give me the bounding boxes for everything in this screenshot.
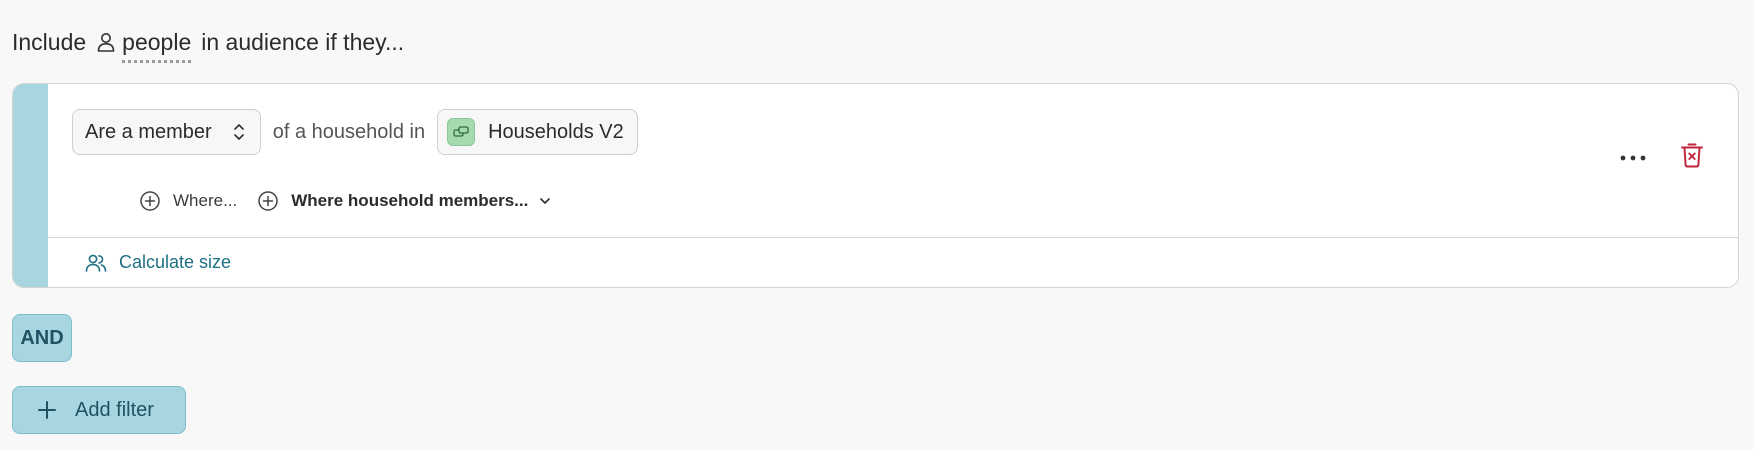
add-where-members-button[interactable]: Where household members... bbox=[257, 190, 552, 212]
add-where-label: Where... bbox=[173, 191, 238, 210]
source-selector[interactable]: Households V2 bbox=[437, 109, 638, 155]
chevron-down-icon bbox=[538, 194, 552, 208]
table-icon bbox=[447, 118, 476, 146]
entity-label: people bbox=[122, 28, 192, 63]
add-filter-label: Add filter bbox=[75, 398, 154, 421]
add-filter-button[interactable]: Add filter bbox=[12, 386, 186, 434]
audience-heading: Include people in audience if they... bbox=[12, 24, 405, 63]
add-where-members-label: Where household members... bbox=[291, 191, 529, 210]
condition-connector: of a household in bbox=[272, 120, 426, 143]
person-icon bbox=[96, 31, 116, 53]
logic-operator-label: AND bbox=[20, 326, 64, 349]
filter-condition-card: Are a member of a household in Household… bbox=[12, 83, 1739, 288]
condition-footer: Calculate size bbox=[48, 237, 1738, 287]
plus-circle-icon bbox=[257, 190, 279, 212]
condition-row: Are a member of a household in Household… bbox=[72, 108, 638, 156]
source-label: Households V2 bbox=[488, 120, 624, 143]
condition-refinements: Where... Where household members... bbox=[139, 186, 552, 216]
heading-prefix: Include bbox=[12, 28, 87, 55]
condition-accent-stripe bbox=[13, 84, 48, 287]
plus-icon bbox=[37, 400, 57, 420]
up-down-chevron-icon bbox=[232, 121, 246, 143]
calculate-size-button[interactable]: Calculate size bbox=[85, 252, 231, 273]
people-icon bbox=[85, 253, 107, 273]
calculate-size-label: Calculate size bbox=[119, 252, 232, 272]
entity-selector[interactable]: people bbox=[96, 28, 192, 63]
membership-select-value: Are a member bbox=[85, 120, 212, 143]
plus-circle-icon bbox=[139, 190, 161, 212]
heading-suffix: in audience if they... bbox=[201, 28, 405, 55]
membership-select[interactable]: Are a member bbox=[72, 109, 261, 155]
logic-operator-toggle[interactable]: AND bbox=[12, 314, 72, 362]
trash-icon bbox=[1680, 141, 1704, 173]
delete-condition-button[interactable] bbox=[1678, 142, 1706, 172]
more-horizontal-icon bbox=[1619, 149, 1647, 167]
more-options-button[interactable] bbox=[1615, 144, 1651, 172]
add-where-button[interactable]: Where... bbox=[139, 190, 237, 212]
